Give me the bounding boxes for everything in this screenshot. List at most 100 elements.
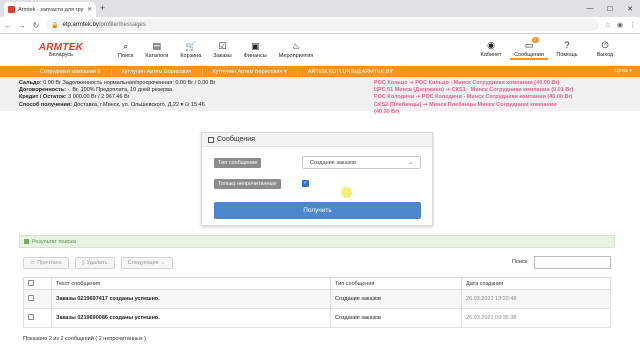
nav-messages[interactable]: ▭ 2 Сообщения xyxy=(510,37,548,60)
table-header-row: Текст сообщения Тип сообщения Дата созда… xyxy=(23,277,611,290)
get-button[interactable]: Получить xyxy=(214,202,421,219)
nav-label: Каталоги xyxy=(145,53,169,59)
results-toolbar: ▭ Прочтано ▯ Удалить Следующие → xyxy=(23,257,173,269)
chevron-down-icon: ⌄ xyxy=(408,159,413,166)
browser-tab[interactable]: Armtek - запчасти для грузовы... ✕ xyxy=(4,2,96,17)
nav-cart[interactable]: 🛒 Корзина xyxy=(174,41,207,59)
row-select-cell[interactable] xyxy=(23,289,52,309)
table-row[interactable]: Заказы 0219697417 созданы успешно. Созда… xyxy=(23,289,611,309)
account-icon[interactable]: ◉ xyxy=(617,21,623,29)
nav-orders[interactable]: ☑ Заказы xyxy=(207,41,237,59)
select-all-cell[interactable] xyxy=(23,277,52,290)
nav-label: Поиск xyxy=(118,53,134,59)
info-label: Договоренность: xyxy=(19,87,66,94)
url-path: /profile/messages xyxy=(98,22,146,28)
info-value: 0.00 Br Задолженность нормальная/просроч… xyxy=(41,80,216,86)
user-icon: ◉ xyxy=(487,40,495,50)
unread-only-checkbox[interactable]: ✓ xyxy=(302,180,309,187)
finance-icon: ▣ xyxy=(250,41,260,51)
folder-icon: ▭ xyxy=(30,260,36,266)
nav-events[interactable]: ♨ Мероприятия xyxy=(273,41,319,59)
message-type-select[interactable]: Создание заказов ⌄ xyxy=(302,156,421,169)
main-nav: ⌕ Поиск ▤ Каталоги 🛒 Корзина ☑ Заказы ▣ … xyxy=(112,41,319,59)
user-email[interactable]: ARTEM.KUTLUNIN@ARMTEK.BY xyxy=(296,68,404,75)
delivery-routes: РОС Кольцо ➔ РОС Кольцо - Минск Сотрудни… xyxy=(374,80,573,116)
nav-cabinet[interactable]: ◉ Кабинет xyxy=(472,40,510,60)
star-icon[interactable]: ☆ xyxy=(605,21,611,29)
col-text[interactable]: Текст сообщения xyxy=(51,277,331,290)
nav-label: Финансы xyxy=(243,53,267,59)
route-item[interactable]: РОС Кольцо ➔ РОС Кольцо - Минск Сотрудни… xyxy=(374,80,573,87)
row-select-cell[interactable] xyxy=(23,308,52,328)
row-checkbox[interactable] xyxy=(28,295,34,301)
next-button[interactable]: Следующие → xyxy=(120,257,173,269)
route-item[interactable]: СКS2 (Плебанцы) ➔ Минск Плебанцы Минск С… xyxy=(374,102,573,109)
message-type: Создание заказов xyxy=(330,308,462,328)
table-row[interactable]: Заказы 0219690086 созданы успешно. Созда… xyxy=(23,308,611,328)
catalog-icon: ▤ xyxy=(152,41,162,51)
row-checkbox[interactable] xyxy=(28,314,34,320)
close-window-button[interactable]: ✕ xyxy=(620,0,640,17)
button-label: Прочтано xyxy=(37,260,62,266)
search-input[interactable] xyxy=(534,256,611,269)
info-value: -. Br, 100% Предоплата, 10 дней резерва xyxy=(65,87,173,94)
button-label: Удалить xyxy=(86,260,108,266)
nav-label: Сообщения xyxy=(514,52,544,58)
company-link[interactable]: Сотрудники компании К xyxy=(30,69,111,75)
lock-icon: 🔒 xyxy=(51,22,59,29)
messages-panel: Сообщения Тип сообщение Создание заказов… xyxy=(201,132,433,226)
info-label: Способ получения: xyxy=(19,101,72,108)
message-type-label: Тип сообщение xyxy=(214,158,262,168)
search-icon: ⌕ xyxy=(123,41,129,51)
nav-label: Выход xyxy=(596,52,614,58)
col-date[interactable]: Дата создания xyxy=(461,277,611,290)
info-label: Кредит / Остаток: xyxy=(19,94,67,101)
search-label: Поиск: xyxy=(512,259,529,265)
maximize-button[interactable]: ☐ xyxy=(600,0,620,17)
armtek-logo[interactable]: ARMTEK Беларусь xyxy=(26,42,96,58)
price-dropdown[interactable]: Цена ▾ xyxy=(614,68,632,74)
minimize-button[interactable]: — xyxy=(580,0,600,17)
messages-table: Текст сообщения Тип сообщения Дата созда… xyxy=(23,277,611,328)
address-bar[interactable]: 🔒 etp.armtek.by/profile/messages xyxy=(46,19,599,31)
unread-only-label: Только непрочитанные xyxy=(214,179,281,189)
nav-catalogs[interactable]: ▤ Каталоги xyxy=(139,41,174,59)
nav-search[interactable]: ⌕ Поиск xyxy=(112,41,139,59)
select-all-checkbox[interactable] xyxy=(28,279,34,286)
site-header: ARMTEK Беларусь ⌕ Поиск ▤ Каталоги 🛒 Кор… xyxy=(0,34,640,66)
new-tab-button[interactable]: + xyxy=(100,3,105,14)
tab-close-icon[interactable]: ✕ xyxy=(87,6,92,13)
route-item: (40.00 Br) xyxy=(374,108,400,115)
forward-arrow-icon[interactable]: → xyxy=(18,21,26,30)
nav-label: Помощь xyxy=(556,52,578,58)
menu-dots-icon[interactable]: ⋮ xyxy=(629,21,636,29)
messages-badge: 2 xyxy=(532,37,539,43)
nav-finance[interactable]: ▣ Финансы xyxy=(238,41,273,59)
mark-read-button[interactable]: ▭ Прочтано xyxy=(23,257,69,269)
account-info: Сальдо: 0.00 Br Задолженность нормальная… xyxy=(0,77,640,115)
nav-logout[interactable]: ⏻ Выход xyxy=(586,40,624,60)
nav-help[interactable]: ? Помощь xyxy=(548,40,586,60)
delete-button[interactable]: ▯ Удалить xyxy=(74,257,115,269)
user-dropdown[interactable]: Кутлунин Артем Борисович ▾ xyxy=(201,68,297,75)
back-arrow-icon[interactable]: ← xyxy=(4,21,12,30)
panel-title: Сообщения xyxy=(217,136,255,143)
results-icon xyxy=(24,239,29,244)
browser-toolbar: ← → ↻ 🔒 etp.armtek.by/profile/messages ☆… xyxy=(0,17,640,34)
route-item[interactable]: РОС Колодичи ➔ РОС Колодичи - Минск Сотр… xyxy=(374,94,573,101)
route-item[interactable]: ЦРС 51 Минск (Дзержино) ➔ СКS1 - Минск С… xyxy=(374,87,573,94)
account-nav: ◉ Кабинет ▭ 2 Сообщения ? Помощь ⏻ Выход xyxy=(472,37,624,60)
info-label: Сальдо: xyxy=(19,80,42,86)
user-name[interactable]: Кутлунин Артем Борисович xyxy=(110,68,202,75)
results-title: Результат поиска xyxy=(32,238,76,245)
orders-icon: ☑ xyxy=(218,41,227,51)
info-value: Доставка, г.Минск, ул. Ольшевского, Д.22… xyxy=(71,101,205,108)
nav-label: Заказы xyxy=(213,53,232,59)
browser-tabbar: Armtek - запчасти для грузовы... ✕ + — ☐… xyxy=(0,0,640,17)
message-text: Заказы 0219697417 созданы успешно. xyxy=(51,289,331,309)
reload-icon[interactable]: ↻ xyxy=(32,21,40,30)
results-summary: Показано 2 из 2 сообщений ( 2 непрочитан… xyxy=(23,336,146,342)
message-date: 26.03.2021 13:22:48 xyxy=(461,289,611,309)
cart-icon: 🛒 xyxy=(185,41,197,51)
col-type[interactable]: Тип сообщения xyxy=(330,277,462,290)
